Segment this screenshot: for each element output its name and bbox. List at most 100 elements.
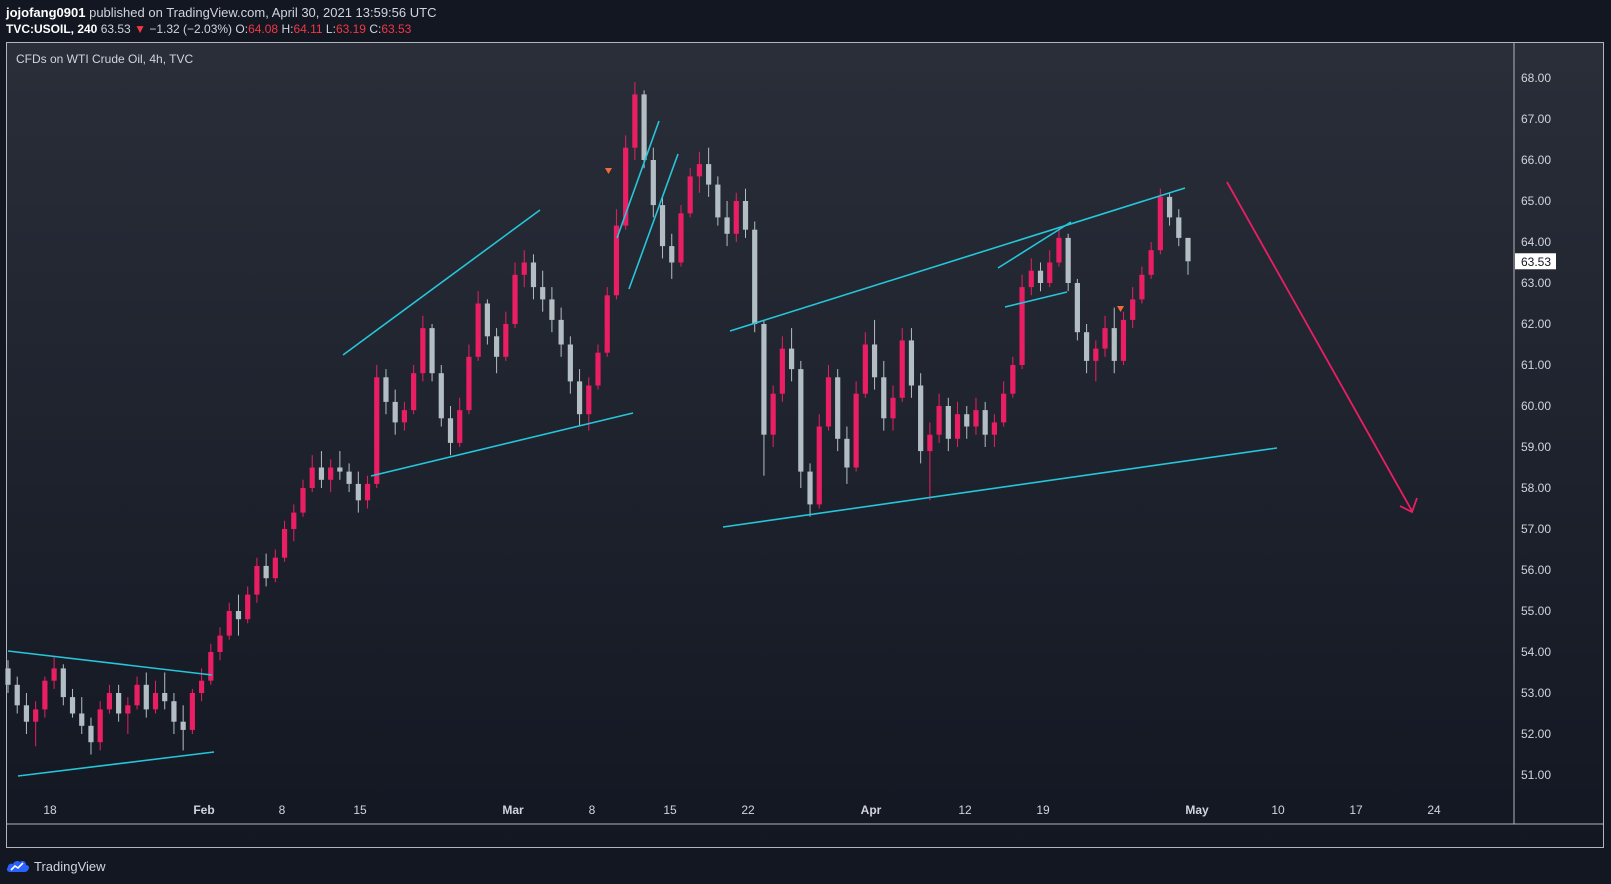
candle-body: [696, 164, 703, 177]
candle-body: [650, 160, 656, 206]
candle-body: [1111, 328, 1117, 361]
candle-body: [281, 529, 288, 558]
candle-body: [318, 467, 325, 480]
candle-body: [328, 467, 334, 480]
candle-body: [1047, 262, 1053, 283]
y-tick-label: 58.00: [1521, 481, 1551, 495]
candle-body: [134, 684, 140, 706]
candle-body: [493, 336, 500, 357]
candle-body: [1083, 332, 1090, 361]
current-price-tag: 63.53: [1515, 253, 1556, 270]
candle-body: [1139, 274, 1145, 300]
candle-body: [438, 373, 444, 419]
candle-body: [982, 410, 988, 435]
candle-body: [1056, 237, 1062, 263]
x-tick-label: May: [1185, 803, 1209, 817]
candle-body: [1120, 319, 1127, 361]
y-tick-label: 64.00: [1521, 235, 1551, 249]
candle-body: [1157, 196, 1163, 251]
candle-body: [106, 693, 113, 710]
price-chart[interactable]: CFDs on WTI Crude Oil, 4h, TVC 68.00 67.0…: [0, 0, 1611, 884]
candle-body: [742, 201, 749, 230]
y-tick-label: 63.00: [1521, 276, 1551, 290]
candle-body: [567, 344, 573, 382]
y-tick-label: 59.00: [1521, 440, 1551, 454]
candle-body: [300, 488, 306, 513]
candle-body: [291, 512, 297, 529]
candle-body: [586, 385, 592, 415]
x-tick-label: 19: [1036, 803, 1050, 817]
candle-body: [844, 438, 850, 468]
candle-body: [1148, 250, 1154, 275]
y-tick-label: 53.00: [1521, 686, 1551, 700]
y-tick-label: 60.00: [1521, 399, 1551, 413]
candle: [752, 221, 758, 333]
candle-body: [309, 467, 315, 488]
candle-body: [715, 184, 721, 218]
candle-body: [364, 483, 371, 501]
candle-body: [1037, 270, 1044, 283]
candle-body: [853, 393, 859, 468]
candle-body: [180, 721, 186, 730]
y-tick-label: 57.00: [1521, 522, 1551, 536]
candle-body: [447, 418, 454, 443]
candle-body: [88, 725, 94, 743]
candle-body: [125, 705, 131, 714]
x-tick-label: 18: [43, 803, 57, 817]
candle-body: [420, 328, 426, 374]
candle-body: [669, 246, 675, 263]
candle-body: [42, 680, 48, 710]
candle: [438, 365, 444, 427]
candle-body: [890, 397, 896, 419]
chart-title: CFDs on WTI Crude Oil, 4h, TVC: [16, 52, 193, 66]
candle-body: [171, 701, 177, 722]
candle-body: [632, 94, 638, 148]
candle: [798, 360, 804, 488]
x-tick-label: Feb: [193, 803, 214, 817]
price-tag-label: 63.53: [1521, 255, 1551, 269]
tradingview-brand[interactable]: TradingView: [34, 859, 106, 874]
candle-body: [816, 426, 822, 505]
candle-body: [1074, 283, 1080, 333]
candle-body: [687, 176, 693, 214]
candle: [1019, 274, 1025, 370]
candle-body: [1001, 393, 1007, 423]
candle-body: [945, 406, 951, 439]
y-tick-label: 56.00: [1521, 563, 1551, 577]
candle-body: [1130, 299, 1136, 320]
candle-body: [512, 274, 518, 324]
y-tick-label: 55.00: [1521, 604, 1551, 618]
candle-body: [1185, 237, 1191, 262]
candle-body: [779, 348, 785, 394]
candle-body: [79, 713, 85, 726]
candle-body: [69, 697, 76, 714]
candle-body: [835, 377, 841, 439]
candle-body: [918, 385, 924, 452]
candle-body: [761, 324, 767, 435]
candle-body: [1166, 196, 1173, 218]
x-tick-label: 17: [1349, 803, 1363, 817]
candle-body: [97, 709, 103, 743]
x-tick-label: 15: [353, 803, 367, 817]
candle-body: [908, 340, 915, 386]
candle: [374, 365, 380, 488]
candle-body: [1065, 237, 1071, 283]
candle-body: [752, 229, 758, 324]
candle-body: [374, 377, 380, 484]
candle-body: [1093, 348, 1099, 361]
candle-body: [5, 668, 11, 685]
candle-body: [272, 557, 278, 579]
candle-body: [549, 299, 555, 320]
candle-body: [189, 693, 195, 730]
candle-body: [392, 401, 398, 423]
candle-body: [659, 205, 666, 247]
x-tick-label: 8: [279, 803, 286, 817]
y-tick-label: 66.00: [1521, 153, 1551, 167]
y-tick-label: 61.00: [1521, 358, 1551, 372]
y-tick-label: 52.00: [1521, 727, 1551, 741]
x-tick-label: 12: [958, 803, 972, 817]
candle-body: [936, 406, 942, 435]
candle-body: [116, 693, 122, 714]
candle-body: [162, 693, 168, 702]
candle-body: [198, 680, 205, 693]
